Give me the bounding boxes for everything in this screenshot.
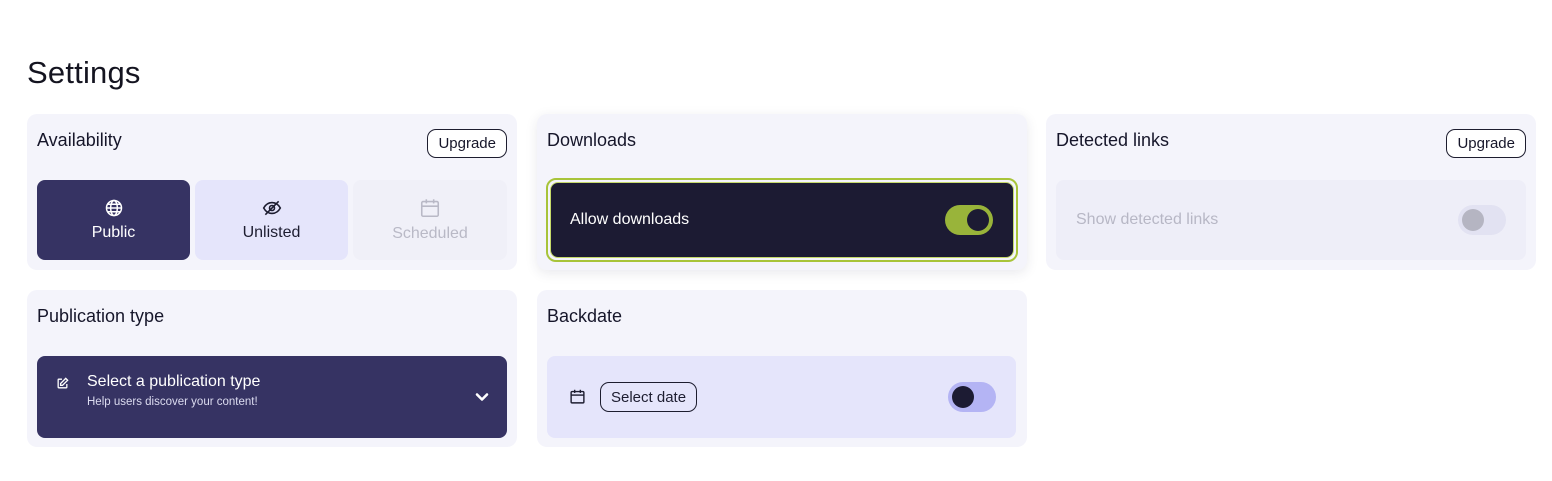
- availability-upgrade-button[interactable]: Upgrade: [427, 129, 507, 158]
- publication-type-card: Publication type Select a publication ty…: [27, 290, 517, 447]
- backdate-toggle[interactable]: [948, 382, 996, 412]
- edit-icon: [56, 377, 69, 395]
- toggle-knob: [952, 386, 974, 408]
- downloads-focus-ring: Allow downloads: [546, 178, 1018, 262]
- backdate-title: Backdate: [547, 306, 623, 326]
- globe-icon: [104, 198, 124, 218]
- availability-option-label: Scheduled: [392, 225, 468, 242]
- availability-option-unlisted[interactable]: Unlisted: [195, 180, 348, 260]
- availability-title: Availability: [37, 130, 122, 150]
- toggle-knob: [967, 209, 989, 231]
- backdate-row: Select date: [547, 356, 1016, 438]
- detected-links-upgrade-button[interactable]: Upgrade: [1446, 129, 1526, 158]
- detected-links-card: Detected links Upgrade Show detected lin…: [1046, 114, 1536, 270]
- availability-option-label: Unlisted: [242, 224, 301, 241]
- availability-option-public[interactable]: Public: [37, 180, 190, 260]
- show-detected-links-row: Show detected links: [1056, 180, 1526, 260]
- calendar-icon: [419, 197, 441, 219]
- publication-type-select[interactable]: Select a publication type Help users dis…: [37, 356, 507, 438]
- page-title: Settings: [27, 55, 141, 90]
- chevron-down-icon: [475, 389, 489, 407]
- publication-type-title: Publication type: [37, 306, 165, 326]
- show-detected-links-label: Show detected links: [1076, 211, 1219, 228]
- calendar-icon: [569, 388, 586, 410]
- allow-downloads-toggle[interactable]: [945, 205, 993, 235]
- downloads-title: Downloads: [547, 130, 637, 150]
- availability-card: Availability Upgrade Public Unlisted Sch…: [27, 114, 517, 270]
- allow-downloads-label: Allow downloads: [570, 211, 690, 228]
- show-detected-links-toggle[interactable]: [1458, 205, 1506, 235]
- select-date-button[interactable]: Select date: [600, 382, 698, 412]
- eye-off-icon: [261, 198, 283, 218]
- availability-option-label: Public: [91, 224, 136, 241]
- downloads-card: Downloads Allow downloads: [537, 114, 1027, 270]
- publication-type-select-hint: Help users discover your content!: [87, 396, 258, 408]
- toggle-knob: [1462, 209, 1484, 231]
- backdate-card: Backdate Select date: [537, 290, 1027, 447]
- detected-links-title: Detected links: [1056, 130, 1170, 150]
- publication-type-select-label: Select a publication type: [87, 373, 261, 390]
- availability-option-scheduled[interactable]: Scheduled: [353, 180, 507, 260]
- allow-downloads-row[interactable]: Allow downloads: [550, 182, 1014, 258]
- settings-page: Settings Availability Upgrade Public Unl…: [0, 0, 1552, 481]
